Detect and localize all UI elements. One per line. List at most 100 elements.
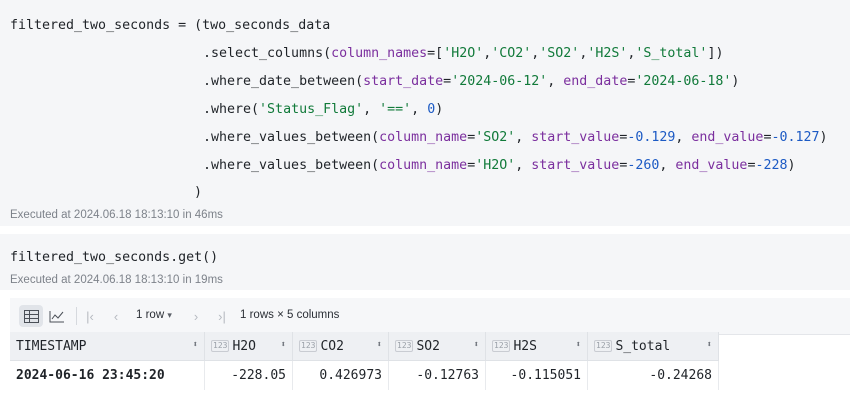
code-token: '==' bbox=[379, 102, 412, 117]
row-count-select[interactable]: 1 row ▾ bbox=[136, 309, 172, 321]
last-page-icon: ›| bbox=[218, 308, 226, 324]
column-header-so2[interactable]: 123 SO2 ⬍ bbox=[388, 332, 486, 361]
code-token: -0.127 bbox=[771, 130, 820, 145]
code-token: , bbox=[675, 130, 692, 145]
code-token: column_name bbox=[379, 158, 468, 173]
code-token: 'SO2' bbox=[475, 130, 516, 145]
chevron-right-icon: › bbox=[193, 308, 199, 324]
cell-co2[interactable]: 0.426973 bbox=[292, 360, 389, 390]
code-token: , bbox=[515, 130, 532, 145]
table-row[interactable]: 2024-06-16 23:45:20 -228.05 0.426973 -0.… bbox=[10, 360, 719, 390]
code-line[interactable]: .where_date_between(start_date='2024-06-… bbox=[203, 73, 739, 91]
first-page-icon: |‹ bbox=[86, 308, 94, 324]
code-token: , bbox=[411, 102, 428, 117]
code-token: .where_values_between( bbox=[203, 158, 380, 173]
chevron-left-icon: ‹ bbox=[113, 308, 119, 324]
code-token: ) bbox=[787, 158, 796, 173]
result-table: TIMESTAMP ⬍ 123 H2O ⬍ 123 CO2 ⬍ 123 SO2 ⬍ 1… bbox=[10, 332, 719, 390]
code-token: , bbox=[363, 102, 380, 117]
chart-view-button[interactable] bbox=[45, 305, 69, 327]
code-token: end_value bbox=[675, 158, 748, 173]
sort-icon[interactable]: ⬍ bbox=[707, 340, 712, 350]
code-token: '2024-06-18' bbox=[635, 74, 732, 89]
code-token: 'Status_Flag' bbox=[259, 102, 364, 117]
table-view-button[interactable] bbox=[19, 305, 43, 327]
sort-icon[interactable]: ⬍ bbox=[474, 340, 479, 350]
column-name: H2O bbox=[232, 338, 256, 354]
code-token: -228 bbox=[755, 158, 788, 173]
code-token: 'SO2' bbox=[539, 46, 580, 61]
chart-icon bbox=[49, 310, 64, 322]
code-token: .where( bbox=[203, 102, 260, 117]
code-token: =[ bbox=[427, 46, 444, 61]
code-token: -0.129 bbox=[627, 130, 676, 145]
code-token: start_value bbox=[531, 158, 620, 173]
code-line[interactable]: ) bbox=[194, 184, 202, 202]
sort-icon[interactable]: ⬍ bbox=[377, 340, 382, 350]
code-token: .select_columns( bbox=[203, 46, 332, 61]
code-token: = bbox=[443, 74, 452, 89]
column-name: SO2 bbox=[416, 338, 440, 354]
code-token: ) bbox=[731, 74, 740, 89]
cell-so2[interactable]: -0.12763 bbox=[388, 360, 486, 390]
code-token: 'H2S' bbox=[587, 46, 628, 61]
code-token: 'H2O' bbox=[443, 46, 484, 61]
code-token: = bbox=[467, 130, 476, 145]
code-token: '2024-06-12' bbox=[451, 74, 548, 89]
numeric-type-icon: 123 bbox=[299, 340, 318, 352]
code-token: ) bbox=[194, 185, 203, 200]
code-token: start_value bbox=[531, 130, 620, 145]
code-token: 'H2O' bbox=[475, 158, 516, 173]
last-page-button[interactable]: ›| bbox=[210, 305, 234, 327]
code-token: .where_date_between( bbox=[203, 74, 364, 89]
execution-info: Executed at 2024.06.18 18:13:10 in 19ms bbox=[10, 274, 223, 286]
numeric-type-icon: 123 bbox=[211, 340, 230, 352]
code-line[interactable]: filtered_two_seconds.get() bbox=[10, 249, 218, 267]
table-header-row: TIMESTAMP ⬍ 123 H2O ⬍ 123 CO2 ⬍ 123 SO2 ⬍ 1… bbox=[10, 332, 719, 361]
numeric-type-icon: 123 bbox=[594, 340, 613, 352]
first-page-button[interactable]: |‹ bbox=[78, 305, 102, 327]
code-line[interactable]: .select_columns(column_names=['H2O','CO2… bbox=[203, 45, 723, 63]
code-line[interactable]: .where_values_between(column_name='SO2',… bbox=[203, 129, 828, 147]
cell-h2s[interactable]: -0.115051 bbox=[485, 360, 588, 390]
sort-icon[interactable]: ⬍ bbox=[193, 340, 198, 350]
table-icon bbox=[23, 309, 39, 323]
row-count-label: 1 row bbox=[136, 309, 165, 321]
column-header-timestamp[interactable]: TIMESTAMP ⬍ bbox=[10, 332, 205, 361]
code-line[interactable]: .where_values_between(column_name='H2O',… bbox=[203, 157, 796, 175]
code-cell-1[interactable]: filtered_two_seconds = (two_seconds_data… bbox=[0, 0, 850, 226]
code-line[interactable]: filtered_two_seconds = (two_seconds_data bbox=[10, 17, 330, 35]
code-token: .where_values_between( bbox=[203, 130, 380, 145]
toolbar-divider bbox=[76, 307, 77, 325]
code-token: ) bbox=[819, 130, 828, 145]
cell-s-total[interactable]: -0.24268 bbox=[587, 360, 719, 390]
column-name: H2S bbox=[513, 338, 537, 354]
code-token: start_date bbox=[363, 74, 444, 89]
code-token: ) bbox=[435, 102, 444, 117]
cell-timestamp[interactable]: 2024-06-16 23:45:20 bbox=[10, 360, 205, 390]
chevron-down-icon: ▾ bbox=[167, 310, 172, 320]
code-token: 0 bbox=[427, 102, 436, 117]
previous-page-button[interactable]: ‹ bbox=[104, 305, 128, 327]
output-toolbar: |‹ ‹ 1 row ▾ › ›| 1 rows × 5 columns bbox=[10, 298, 850, 335]
code-token: end_value bbox=[691, 130, 764, 145]
code-token: 'S_total' bbox=[635, 46, 708, 61]
code-token: end_date bbox=[563, 74, 628, 89]
sort-icon[interactable]: ⬍ bbox=[576, 340, 581, 350]
code-line[interactable]: .where('Status_Flag', '==', 0) bbox=[203, 101, 443, 119]
code-token: , bbox=[547, 74, 564, 89]
code-token: column_name bbox=[379, 130, 468, 145]
code-token: ]) bbox=[707, 46, 724, 61]
cell-h2o[interactable]: -228.05 bbox=[204, 360, 293, 390]
column-header-s-total[interactable]: 123 S_total ⬍ bbox=[587, 332, 719, 361]
numeric-type-icon: 123 bbox=[395, 340, 414, 352]
code-token: 'CO2' bbox=[491, 46, 532, 61]
column-header-co2[interactable]: 123 CO2 ⬍ bbox=[292, 332, 389, 361]
code-token: column_names bbox=[331, 46, 428, 61]
next-page-button[interactable]: › bbox=[184, 305, 208, 327]
code-cell-2[interactable]: filtered_two_seconds.get() Executed at 2… bbox=[0, 234, 850, 290]
table-summary: 1 rows × 5 columns bbox=[240, 309, 340, 321]
sort-icon[interactable]: ⬍ bbox=[281, 340, 286, 350]
column-header-h2o[interactable]: 123 H2O ⬍ bbox=[204, 332, 293, 361]
column-header-h2s[interactable]: 123 H2S ⬍ bbox=[485, 332, 588, 361]
